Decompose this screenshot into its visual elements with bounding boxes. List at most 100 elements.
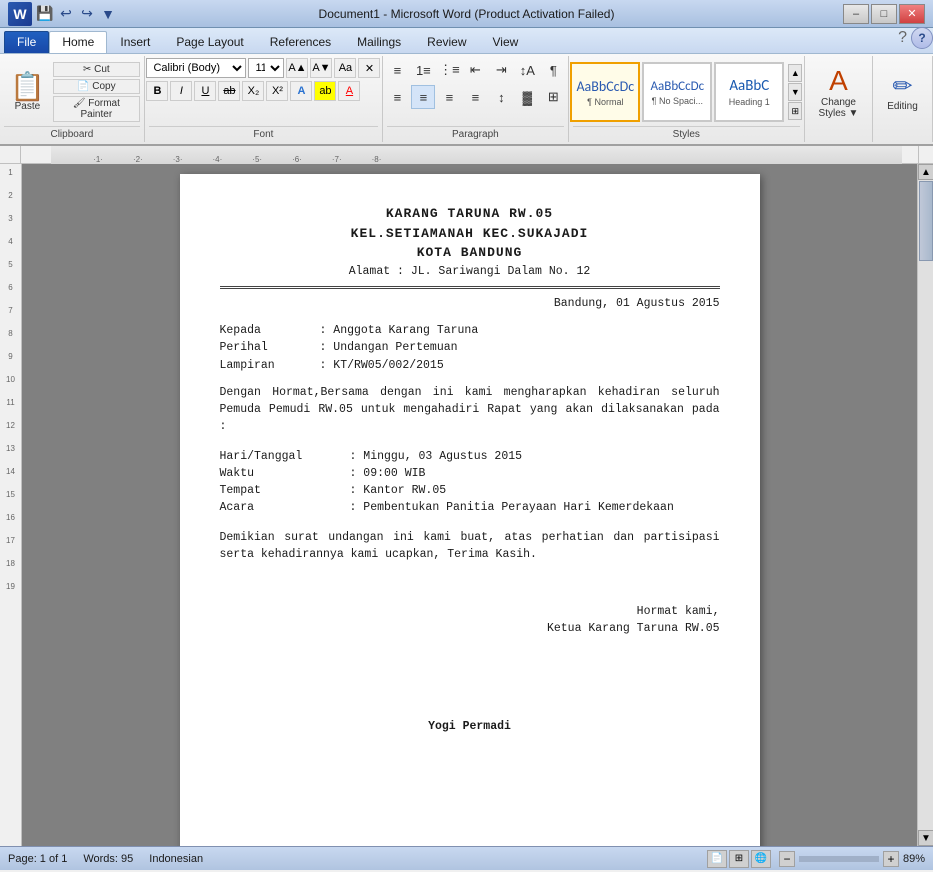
header-line2: KEL.SETIAMANAH KEC.SUKAJADI: [220, 224, 720, 244]
change-styles-icon: A: [829, 65, 848, 97]
document-page[interactable]: KARANG TARUNA RW.05 KEL.SETIAMANAH KEC.S…: [180, 174, 760, 846]
editing-button[interactable]: ✏ Editing: [883, 68, 922, 116]
kepada-label: Kepada: [220, 322, 320, 339]
style-nospacing-preview: AaBbCcDc: [651, 79, 705, 94]
ruler-mark: ·4·: [213, 155, 223, 164]
scroll-up-button[interactable]: ▲: [918, 164, 933, 180]
gallery-scroll-down[interactable]: ▼: [788, 83, 802, 101]
change-case-button[interactable]: Aa: [334, 58, 356, 78]
lampiran-label: Lampiran: [220, 357, 320, 374]
line-spacing-button[interactable]: ↕: [489, 85, 513, 109]
editing-icon: ✏: [892, 72, 912, 101]
redo-button[interactable]: ↪: [78, 5, 96, 23]
decrease-font-button[interactable]: A▼: [310, 58, 332, 78]
left-ruler-mark: 3: [8, 214, 12, 223]
words-count: Words: 95: [83, 853, 133, 865]
multilevel-list-button[interactable]: ⋮≡: [437, 58, 461, 82]
align-left-button[interactable]: ≡: [385, 85, 409, 109]
save-button[interactable]: 💾: [36, 5, 54, 23]
clipboard-right: ✂ Cut 📄 Copy 🖌 Format Painter: [53, 62, 140, 122]
font-size-select[interactable]: 11: [248, 58, 284, 78]
web-layout-button[interactable]: 🌐: [751, 850, 771, 868]
zoom-slider[interactable]: [799, 856, 879, 862]
ruler-mark: ·5·: [252, 155, 262, 164]
zoom-in-button[interactable]: +: [883, 851, 899, 867]
copy-button[interactable]: 📄 Copy: [53, 79, 140, 94]
zoom-control: − + 89%: [779, 851, 925, 867]
minimize-button[interactable]: –: [843, 4, 869, 24]
bullets-button[interactable]: ≡: [385, 58, 409, 82]
decrease-indent-button[interactable]: ⇤: [463, 58, 487, 82]
align-right-button[interactable]: ≡: [437, 85, 461, 109]
tab-file[interactable]: File: [4, 31, 49, 53]
increase-font-button[interactable]: A▲: [286, 58, 308, 78]
text-highlight-button[interactable]: ab: [314, 81, 336, 101]
sort-button[interactable]: ↕A: [515, 58, 539, 82]
paste-button[interactable]: 📋 Paste: [4, 71, 51, 114]
text-effects-button[interactable]: A: [290, 81, 312, 101]
tab-view[interactable]: View: [480, 31, 532, 53]
style-normal-label: ¶ Normal: [587, 97, 623, 107]
tab-insert[interactable]: Insert: [107, 31, 163, 53]
waktu-colon: [330, 465, 350, 482]
document-area: KARANG TARUNA RW.05 KEL.SETIAMANAH KEC.S…: [22, 164, 917, 846]
paste-icon: 📋: [10, 73, 45, 101]
tab-mailings[interactable]: Mailings: [344, 31, 414, 53]
zoom-out-button[interactable]: −: [779, 851, 795, 867]
style-nospacing[interactable]: AaBbCcDc ¶ No Spaci...: [642, 62, 712, 122]
page-info: Page: 1 of 1: [8, 853, 67, 865]
format-painter-button[interactable]: 🖌 Format Painter: [53, 96, 140, 122]
document-header: KARANG TARUNA RW.05 KEL.SETIAMANAH KEC.S…: [220, 204, 720, 280]
left-ruler-mark: 4: [8, 237, 12, 246]
bold-button[interactable]: B: [146, 81, 168, 101]
cut-button[interactable]: ✂ Cut: [53, 62, 140, 77]
style-heading1[interactable]: AaBbC Heading 1: [714, 62, 784, 122]
show-hide-button[interactable]: ¶: [541, 58, 565, 82]
acara-colon: [330, 499, 350, 516]
tab-review[interactable]: Review: [414, 31, 479, 53]
font-row1: Calibri (Body) 11 A▲ A▼ Aa ✕: [146, 58, 380, 78]
acara-row: Acara : Pembentukan Panitia Perayaan Har…: [220, 499, 720, 516]
ruler-mark: ·8·: [372, 155, 382, 164]
scroll-thumb[interactable]: [919, 181, 933, 261]
style-normal-preview: AaBbCcDc: [576, 78, 634, 95]
italic-button[interactable]: I: [170, 81, 192, 101]
borders-button[interactable]: ⊞: [541, 85, 565, 109]
numbering-button[interactable]: 1≡: [411, 58, 435, 82]
tab-home[interactable]: Home: [49, 31, 107, 53]
underline-button[interactable]: U: [194, 81, 216, 101]
full-screen-button[interactable]: ⊞: [729, 850, 749, 868]
close-button[interactable]: ✕: [899, 4, 925, 24]
undo-button[interactable]: ↩: [57, 5, 75, 23]
print-layout-button[interactable]: 📄: [707, 850, 727, 868]
gallery-more[interactable]: ⊞: [788, 102, 802, 120]
font-label: Font: [149, 126, 378, 140]
tab-page-layout[interactable]: Page Layout: [163, 31, 256, 53]
clear-formatting-button[interactable]: ✕: [358, 58, 380, 78]
superscript-button[interactable]: X²: [266, 81, 288, 101]
acara-label: Acara: [220, 499, 330, 516]
scroll-down-button[interactable]: ▼: [918, 830, 933, 846]
font-color-button[interactable]: A: [338, 81, 360, 101]
font-name-select[interactable]: Calibri (Body): [146, 58, 246, 78]
left-ruler-mark: 6: [8, 283, 12, 292]
style-normal[interactable]: AaBbCcDc ¶ Normal: [570, 62, 640, 122]
waktu-value: : 09:00 WIB: [350, 465, 720, 482]
justify-button[interactable]: ≡: [463, 85, 487, 109]
scroll-track[interactable]: [918, 180, 933, 830]
customize-button[interactable]: ▼: [99, 5, 117, 23]
left-ruler-mark: 16: [6, 513, 15, 522]
word-logo: W: [8, 2, 32, 26]
subscript-button[interactable]: X₂: [242, 81, 264, 101]
increase-indent-button[interactable]: ⇥: [489, 58, 513, 82]
maximize-button[interactable]: □: [871, 4, 897, 24]
change-styles-button[interactable]: A ChangeStyles ▼: [815, 61, 863, 123]
help-button[interactable]: ?: [911, 27, 933, 49]
gallery-scroll-up[interactable]: ▲: [788, 64, 802, 82]
shading-button[interactable]: ▓: [515, 85, 539, 109]
strikethrough-button[interactable]: ab: [218, 81, 240, 101]
align-center-button[interactable]: ≡: [411, 85, 435, 109]
style-heading1-preview: AaBbC: [729, 77, 769, 95]
tab-references[interactable]: References: [257, 31, 344, 53]
status-right: 📄 ⊞ 🌐 − + 89%: [707, 850, 925, 868]
